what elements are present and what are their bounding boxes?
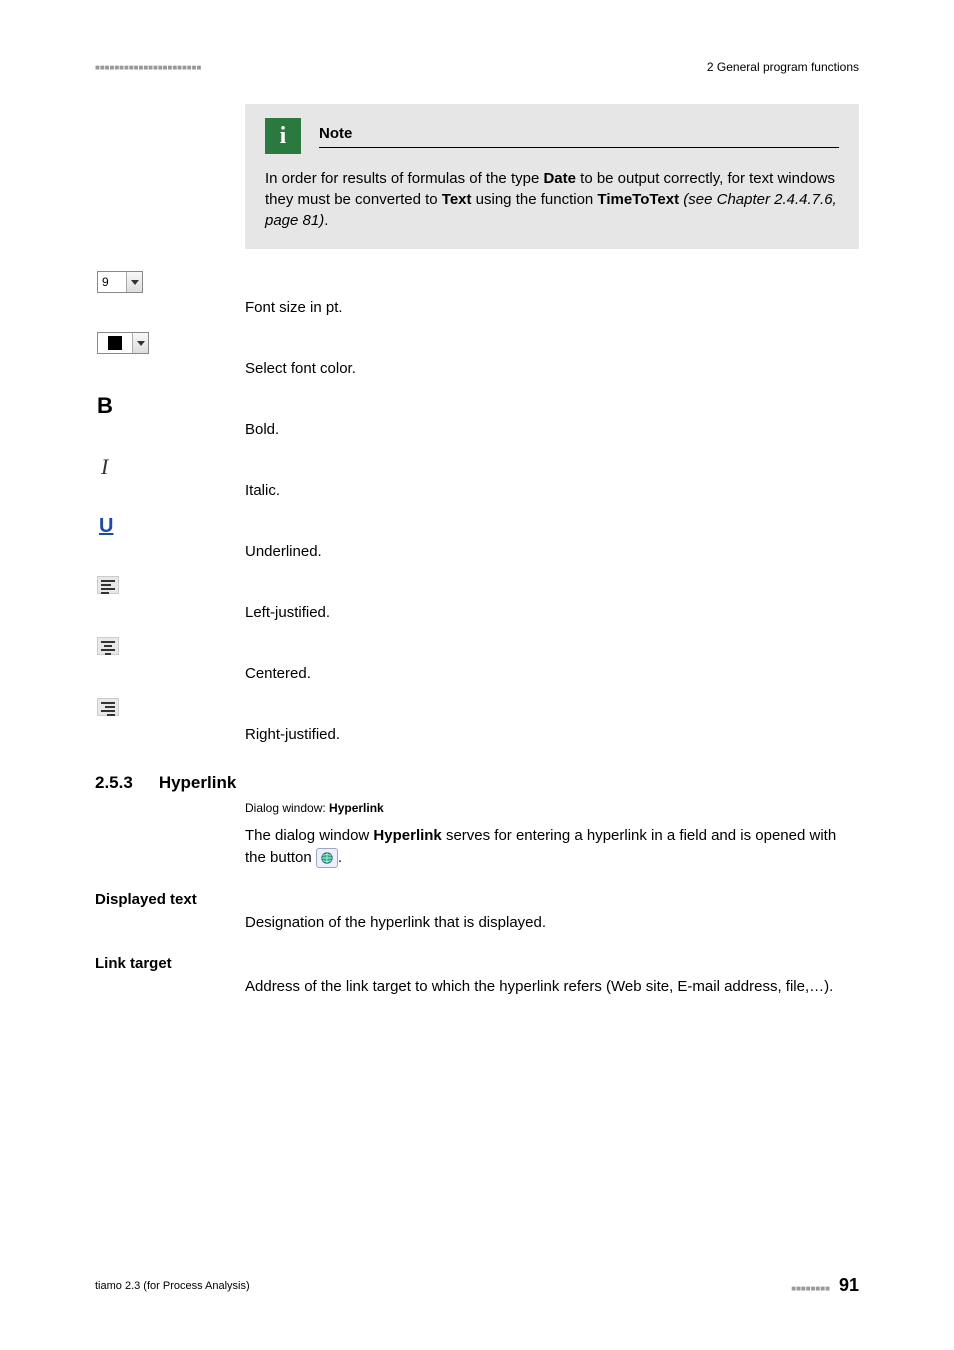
- section-title: Hyperlink: [159, 773, 236, 793]
- page-number: 91: [839, 1275, 859, 1295]
- dialog-prefix: Dialog window:: [245, 801, 329, 815]
- align-left-icon[interactable]: [97, 576, 119, 594]
- header-dashes: ■■■■■■■■■■■■■■■■■■■■■■: [95, 63, 201, 72]
- note-bold-date: Date: [543, 170, 576, 187]
- para-text: The dialog window: [245, 827, 373, 844]
- underline-icon[interactable]: U: [97, 515, 113, 538]
- header-section-title: 2 General program functions: [707, 60, 859, 74]
- page-footer: tiamo 2.3 (for Process Analysis) ■■■■■■■…: [95, 1275, 859, 1296]
- font-color-dropdown[interactable]: [97, 332, 149, 354]
- link-target-desc: Address of the link target to which the …: [245, 976, 859, 997]
- note-body: In order for results of formulas of the …: [265, 168, 839, 231]
- section-number: 2.5.3: [95, 773, 133, 793]
- align-center-desc: Centered.: [245, 635, 859, 682]
- para-text: .: [338, 849, 342, 866]
- note-bold-text: Text: [442, 191, 472, 208]
- dialog-window-line: Dialog window: Hyperlink: [245, 801, 859, 815]
- page-header: ■■■■■■■■■■■■■■■■■■■■■■ 2 General program…: [95, 60, 859, 74]
- para-bold-hyperlink: Hyperlink: [373, 827, 441, 844]
- align-right-desc: Right-justified.: [245, 696, 859, 743]
- font-size-desc: Font size in pt.: [245, 269, 859, 316]
- italic-desc: Italic.: [245, 452, 859, 499]
- font-size-value: 9: [98, 272, 126, 292]
- align-left-desc: Left-justified.: [245, 574, 859, 621]
- hyperlink-paragraph: The dialog window Hyperlink serves for e…: [245, 825, 859, 869]
- dialog-name: Hyperlink: [329, 801, 384, 815]
- chevron-down-icon: [126, 272, 142, 292]
- footer-product: tiamo 2.3 (for Process Analysis): [95, 1280, 250, 1292]
- note-text: .: [324, 212, 328, 229]
- font-size-dropdown[interactable]: 9: [97, 271, 143, 293]
- color-swatch-icon: [98, 333, 132, 353]
- chevron-down-icon: [132, 333, 148, 353]
- note-box: i Note In order for results of formulas …: [245, 104, 859, 249]
- bold-desc: Bold.: [245, 391, 859, 438]
- align-center-icon[interactable]: [97, 637, 119, 655]
- hyperlink-button-icon[interactable]: [316, 848, 338, 868]
- underline-desc: Underlined.: [245, 513, 859, 560]
- note-text: In order for results of formulas of the …: [265, 170, 543, 187]
- note-title: Note: [319, 125, 352, 142]
- section-heading: 2.5.3 Hyperlink: [95, 773, 859, 793]
- align-right-icon[interactable]: [97, 698, 119, 716]
- displayed-text-label: Displayed text: [95, 891, 859, 908]
- font-color-desc: Select font color.: [245, 330, 859, 377]
- footer-dashes: ■■■■■■■■: [791, 1284, 830, 1293]
- displayed-text-desc: Designation of the hyperlink that is dis…: [245, 912, 859, 933]
- note-text: using the function: [472, 191, 598, 208]
- bold-icon[interactable]: B: [97, 393, 113, 419]
- italic-icon[interactable]: I: [97, 454, 108, 480]
- note-bold-timetotext: TimeToText: [597, 191, 679, 208]
- info-icon: i: [265, 118, 301, 154]
- link-target-label: Link target: [95, 955, 859, 972]
